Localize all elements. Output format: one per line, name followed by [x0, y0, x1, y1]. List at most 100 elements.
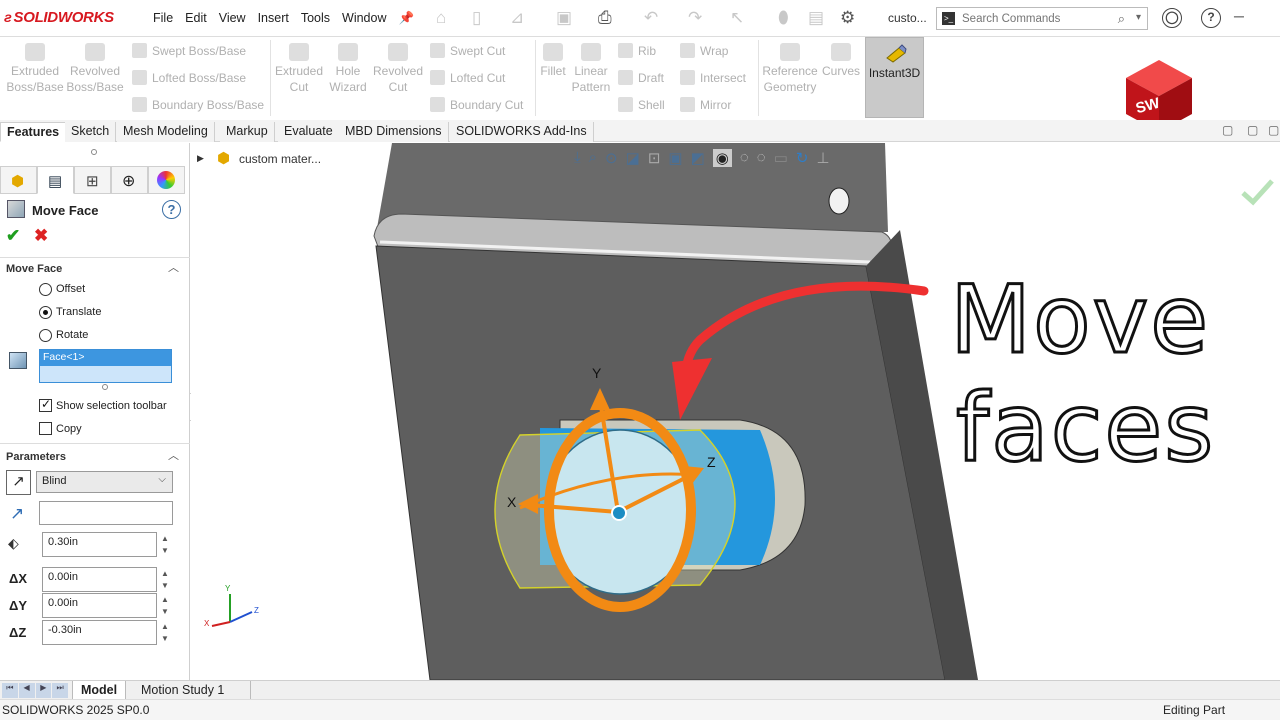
confirmation-corner-check-icon[interactable] — [1241, 179, 1274, 206]
delta-x-input[interactable]: 0.00in — [42, 567, 157, 592]
reference-triad-icon[interactable]: ⊥ — [816, 149, 829, 167]
face-selection-box[interactable]: Face<1> — [39, 349, 172, 383]
home-icon[interactable]: ⌂ — [436, 8, 446, 28]
tab-features[interactable]: Features — [0, 122, 67, 142]
expand-tree-arrow-icon[interactable]: ▶ — [197, 153, 204, 164]
selected-face-item[interactable]: Face<1> — [40, 350, 171, 366]
tab-mesh-modeling[interactable]: Mesh Modeling — [117, 122, 215, 142]
curves-button[interactable]: Curves — [822, 43, 860, 79]
display-manager-tab[interactable] — [148, 166, 185, 194]
copy-checkbox[interactable] — [39, 422, 52, 435]
cancel-x-icon[interactable]: ✖ — [34, 226, 48, 246]
task-pane-icon[interactable]: ▢ — [1268, 123, 1279, 137]
previous-tab-icon[interactable]: ◀ — [18, 683, 35, 698]
fillet-button[interactable]: Fillet — [538, 43, 568, 79]
chevron-down-icon[interactable]: ▾ — [1136, 12, 1141, 23]
extruded-cut-button[interactable]: Extruded Cut — [272, 43, 326, 95]
dimxpert-tab[interactable]: ⊕ — [111, 166, 148, 194]
tree-root-name[interactable]: custom mater... — [239, 152, 321, 166]
redo-icon[interactable]: ↷ — [688, 8, 702, 28]
panel-right-icon[interactable]: ▢ — [1247, 123, 1258, 137]
spin-up-icon[interactable]: ▲ — [160, 621, 170, 632]
spin-down-icon[interactable]: ▼ — [160, 545, 170, 556]
rebuild-icon[interactable]: ⬮ — [778, 8, 789, 28]
select-icon[interactable]: ↖ — [730, 8, 744, 28]
search-icon[interactable]: ⌕ — [1118, 11, 1125, 27]
first-tab-icon[interactable]: ⏮ — [2, 683, 18, 698]
selection-list-blank[interactable] — [40, 366, 171, 382]
lofted-cut-button[interactable]: Lofted Cut — [430, 70, 505, 85]
display-style-icon[interactable]: ◩ — [691, 149, 705, 167]
tab-sketch[interactable]: Sketch — [65, 122, 117, 142]
undo-icon[interactable]: ↶ — [644, 8, 658, 28]
spin-up-icon[interactable]: ▲ — [160, 568, 170, 579]
next-tab-icon[interactable]: ▶ — [35, 683, 52, 698]
show-selection-toolbar-checkbox[interactable] — [39, 397, 52, 412]
help-icon[interactable]: ? — [162, 200, 181, 219]
reverse-direction-icon[interactable]: ↗ — [6, 470, 31, 495]
dynamic-annotation-icon[interactable]: ⊡ — [648, 149, 661, 167]
pin-icon[interactable]: 📌 — [398, 11, 416, 26]
lofted-boss-button[interactable]: Lofted Boss/Base — [132, 70, 246, 85]
hole-wizard-button[interactable]: Hole Wizard — [326, 43, 370, 95]
draft-button[interactable]: Draft — [618, 70, 664, 85]
feature-manager-tab[interactable]: ⬢ — [0, 166, 37, 194]
last-tab-icon[interactable]: ⏭ — [52, 683, 68, 698]
tab-solidworks-add-ins[interactable]: SOLIDWORKS Add-Ins — [450, 122, 594, 142]
collapse-up-icon[interactable]: ︿ — [168, 263, 180, 274]
tab-evaluate[interactable]: Evaluate — [278, 122, 340, 142]
view-settings-icon[interactable]: ▭ — [774, 149, 788, 167]
panel-left-icon[interactable]: ▢ — [1222, 123, 1233, 137]
print-icon[interactable]: ⎙ — [598, 8, 612, 28]
rib-button[interactable]: Rib — [618, 43, 656, 58]
solidworks-logo[interactable]: ƨ SOLIDWORKS — [4, 9, 114, 26]
resize-handle[interactable] — [102, 384, 108, 390]
rotate-radio[interactable] — [39, 329, 52, 342]
collapse-up-icon[interactable]: ︿ — [168, 451, 180, 462]
menu-edit[interactable]: Edit — [184, 11, 208, 26]
menu-file[interactable]: File — [152, 11, 174, 26]
options-gear-icon[interactable]: ⚙ — [840, 8, 855, 28]
edit-appearance-icon[interactable]: ◌ — [740, 149, 749, 167]
tab-motion-study-1[interactable]: Motion Study 1 — [133, 681, 251, 700]
wrap-button[interactable]: Wrap — [680, 43, 728, 58]
shell-button[interactable]: Shell — [618, 97, 665, 112]
swept-cut-button[interactable]: Swept Cut — [430, 43, 505, 58]
apply-scene-icon[interactable]: ◌ — [757, 149, 766, 167]
offset-radio[interactable] — [39, 283, 52, 296]
model-canvas[interactable]: Y X Z Move faces Y Z X — [191, 143, 1280, 680]
delta-z-input[interactable]: -0.30in — [42, 620, 157, 645]
revolved-boss-button[interactable]: Revolved Boss/Base — [66, 43, 124, 95]
zoom-area-icon[interactable]: ⌕ — [589, 149, 597, 167]
graphics-area[interactable]: Y X Z Move faces Y Z X ▶ ⬢ custom mater.… — [191, 143, 1280, 680]
menu-insert[interactable]: Insert — [257, 11, 290, 26]
revolved-cut-button[interactable]: Revolved Cut — [372, 43, 424, 95]
help-icon[interactable]: ? — [1201, 8, 1221, 28]
triad-origin[interactable] — [611, 505, 627, 521]
rotate-view-icon[interactable]: ↻ — [796, 149, 809, 167]
spin-up-icon[interactable]: ▲ — [160, 594, 170, 605]
tab-mbd-dimensions[interactable]: MBD Dimensions — [339, 122, 449, 142]
direction-reference-field[interactable] — [39, 501, 173, 525]
section-view-icon[interactable]: ◪ — [626, 149, 640, 167]
tab-model[interactable]: Model — [72, 681, 127, 700]
minimize-icon[interactable]: ─ — [1234, 8, 1244, 24]
menu-view[interactable]: View — [218, 11, 247, 26]
linear-pattern-button[interactable]: Linear Pattern — [570, 43, 612, 95]
end-condition-select[interactable]: Blind ⌵ — [36, 471, 173, 493]
hide-show-items-icon[interactable]: ◉ — [712, 149, 732, 167]
view-orientation-icon[interactable]: ▣ — [668, 149, 682, 167]
swept-boss-button[interactable]: Swept Boss/Base — [132, 43, 246, 58]
boundary-boss-button[interactable]: Boundary Boss/Base — [132, 97, 264, 112]
open-icon[interactable]: ⊿ — [510, 8, 524, 28]
splitter-handle[interactable] — [91, 149, 97, 155]
tab-markup[interactable]: Markup — [220, 122, 275, 142]
search-commands[interactable]: >_ ⌕ ▾ — [936, 7, 1148, 30]
property-manager-tab[interactable]: ▤ — [37, 166, 74, 194]
user-account-icon[interactable]: ◯ — [1162, 8, 1182, 28]
intersect-button[interactable]: Intersect — [680, 70, 746, 85]
reference-geometry-button[interactable]: Reference Geometry — [760, 43, 820, 95]
menu-tools[interactable]: Tools — [300, 11, 331, 26]
previous-view-icon[interactable]: ⊙ — [605, 149, 618, 167]
extruded-boss-button[interactable]: Extruded Boss/Base — [6, 43, 64, 95]
